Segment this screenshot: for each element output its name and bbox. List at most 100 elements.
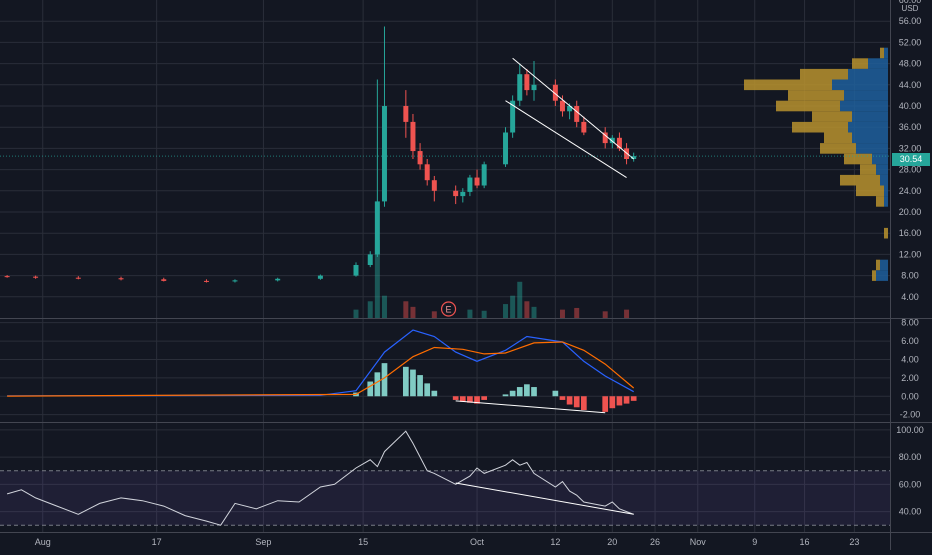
candle-body — [403, 106, 409, 122]
volume-profile-bar-blue — [840, 100, 888, 112]
volume-profile-bar-gold — [788, 90, 844, 101]
volume-profile-bar-gold — [872, 270, 876, 281]
candle-body — [581, 121, 587, 133]
macd-histogram-bar — [566, 396, 573, 405]
volume-bar — [517, 281, 523, 318]
candle-body — [4, 276, 10, 278]
volume-profile-bar-gold — [876, 259, 880, 271]
price-tick-label: 48.00 — [899, 59, 922, 69]
volume-profile-bar-blue — [884, 196, 888, 207]
macd-histogram-bar — [524, 384, 530, 397]
volume-profile-bar-gold — [812, 111, 852, 122]
volume-bar — [367, 301, 373, 318]
volume-bar — [602, 311, 608, 318]
price-tick-label: 4.00 — [901, 292, 919, 302]
x-tick-label: 12 — [550, 537, 560, 547]
volume-profile-bar-blue — [852, 111, 888, 122]
candle-body — [431, 180, 437, 191]
macd-tick-label: -2.00 — [900, 410, 921, 420]
macd-tick-label: 0.00 — [901, 391, 919, 401]
macd-histogram-bar — [516, 387, 523, 397]
candle-body — [503, 132, 509, 165]
macd-histogram-bar — [502, 394, 509, 397]
last-price-label: 30.54 — [892, 153, 930, 166]
x-tick-label: 9 — [752, 537, 757, 547]
volume-profile-bar-gold — [840, 174, 880, 186]
macd-histogram-bar — [424, 383, 431, 397]
candle-body — [374, 201, 380, 255]
volume-bar — [381, 295, 387, 318]
volume-bar — [559, 309, 565, 318]
volume-profile-bar-gold — [884, 227, 888, 239]
macd-histogram-bar — [552, 390, 559, 397]
macd-histogram-bar — [623, 396, 630, 404]
macd-tick-label: 8.00 — [901, 318, 919, 328]
volume-bar — [481, 310, 487, 318]
macd-histogram-bar — [410, 369, 416, 397]
chart-svg[interactable]: EUSD60.0056.0052.0048.0044.0040.0036.003… — [0, 0, 932, 550]
x-tick-label: Aug — [35, 537, 51, 547]
volume-profile-bar-blue — [832, 79, 888, 91]
volume-profile-bar-gold — [844, 153, 872, 165]
price-tick-label: 20.00 — [899, 207, 922, 217]
x-tick-label: 20 — [607, 537, 617, 547]
price-tick-label: 32.00 — [899, 143, 922, 153]
rsi-tick-label: 80.00 — [899, 452, 922, 462]
macd-histogram-bar — [402, 366, 409, 397]
price-tick-label: 56.00 — [899, 16, 922, 26]
volume-profile-bar-gold — [824, 132, 852, 144]
candle-body — [275, 278, 281, 281]
macd-histogram-bar — [374, 372, 381, 397]
x-tick-label: 15 — [358, 537, 368, 547]
volume-profile-bar-gold — [856, 185, 884, 197]
price-tick-label: 8.00 — [901, 271, 919, 281]
volume-profile-bar-gold — [880, 47, 884, 59]
macd-histogram-bar — [481, 396, 488, 400]
candle-body — [410, 121, 416, 152]
candle-body — [33, 276, 39, 278]
candle-body — [474, 177, 480, 186]
volume-bar — [531, 306, 537, 318]
macd-histogram-bar — [609, 396, 616, 409]
price-tick-label: 28.00 — [899, 165, 922, 175]
volume-profile-bar-gold — [776, 100, 840, 112]
volume-profile-bar-blue — [880, 174, 888, 186]
price-tick-label: 40.00 — [899, 101, 922, 111]
candle-body — [203, 280, 209, 282]
candle-body — [118, 278, 124, 280]
candle-body — [417, 151, 423, 165]
macd-histogram-bar — [602, 396, 609, 412]
currency-label: USD — [902, 4, 919, 13]
price-tick-label: 12.00 — [899, 249, 922, 259]
candle-body — [517, 74, 523, 101]
rsi-tick-label: 100.00 — [896, 425, 924, 435]
price-tick-label: 60.00 — [899, 0, 922, 5]
price-tick-label: 52.00 — [899, 37, 922, 47]
x-tick-label: Sep — [255, 537, 271, 547]
candle-body — [424, 164, 430, 181]
volume-profile-bar-gold — [852, 58, 868, 69]
macd-histogram-bar — [616, 396, 623, 406]
x-tick-label: Oct — [470, 537, 485, 547]
x-tick-label: Nov — [690, 537, 707, 547]
macd-histogram-bar — [367, 381, 374, 397]
volume-bar — [431, 311, 437, 318]
chart-workspace[interactable]: E USD 60.00 56.00 52.00 48.00 44.00 40.00 36.00 3… — [0, 0, 932, 550]
volume-bar — [524, 301, 530, 318]
volume-bar — [467, 309, 473, 318]
candle-body — [381, 106, 387, 202]
candle-body — [467, 177, 473, 192]
rsi-tick-label: 40.00 — [899, 507, 922, 517]
candle-body — [353, 265, 359, 276]
candle-body — [574, 106, 580, 122]
volume-profile-bar-blue — [876, 164, 888, 175]
macd-histogram-bar — [559, 396, 566, 400]
price-tick-label: 36.00 — [899, 122, 922, 132]
volume-profile-bar-blue — [856, 143, 888, 154]
price-tick-label: 44.00 — [899, 80, 922, 90]
candle-body — [232, 280, 238, 282]
volume-profile-bar-blue — [852, 132, 888, 144]
volume-profile-bar-blue — [880, 259, 888, 271]
volume-profile-bar-blue — [844, 90, 888, 101]
macd-histogram-bar — [417, 375, 423, 397]
